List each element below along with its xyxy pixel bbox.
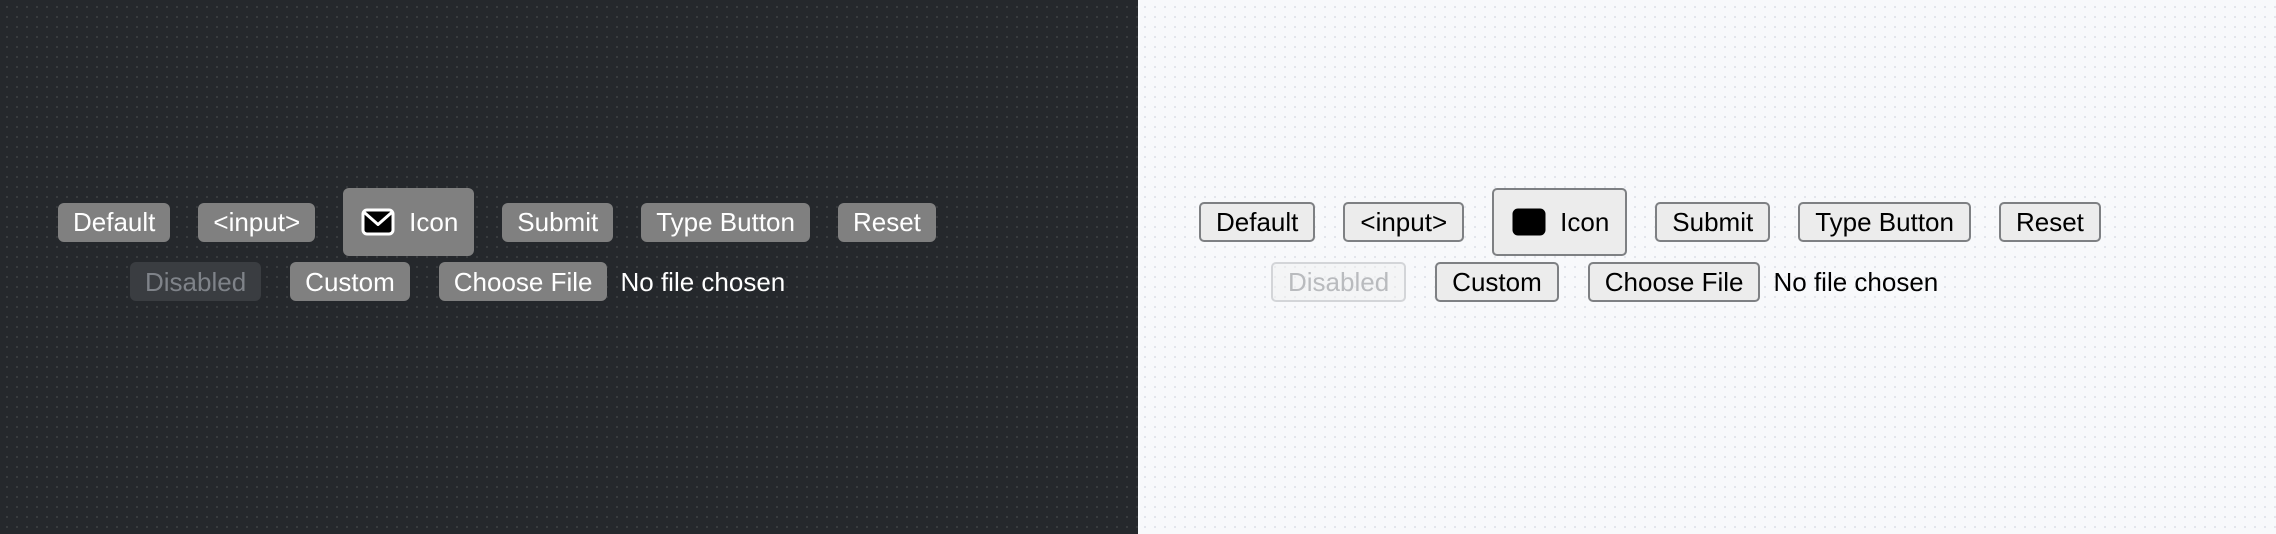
disabled-button: Disabled	[1271, 262, 1407, 302]
reset-button[interactable]: Reset	[1998, 202, 2101, 242]
light-button-row-secondary: Disabled Custom Choose File No file chos…	[1271, 262, 1938, 302]
type-button[interactable]: Type Button	[641, 202, 810, 242]
envelope-icon	[360, 206, 400, 238]
icon-button[interactable]: Icon	[1492, 188, 1628, 256]
dark-button-row-primary: Default <input> Icon Submit Type Button …	[58, 188, 936, 256]
disabled-button: Disabled	[130, 262, 262, 301]
default-button[interactable]: Default	[58, 202, 171, 242]
choose-file-button[interactable]: Choose File	[438, 262, 608, 301]
type-button[interactable]: Type Button	[1798, 202, 1971, 242]
custom-button[interactable]: Custom	[1435, 262, 1559, 302]
button-gallery-comparison: Default <input> Icon Submit Type Button …	[0, 0, 2276, 534]
custom-button[interactable]: Custom	[290, 262, 410, 301]
icon-button[interactable]: Icon	[343, 188, 475, 256]
icon-button-label: Icon	[409, 207, 459, 237]
choose-file-button[interactable]: Choose File	[1587, 262, 1761, 302]
envelope-icon	[1511, 206, 1551, 238]
light-theme-panel: Default <input> Icon Submit Type Button …	[1138, 0, 2276, 534]
submit-button[interactable]: Submit	[1655, 202, 1771, 242]
default-button[interactable]: Default	[1199, 202, 1316, 242]
file-status-text: No file chosen	[1773, 267, 1939, 297]
reset-button[interactable]: Reset	[837, 202, 936, 242]
dark-theme-panel: Default <input> Icon Submit Type Button …	[0, 0, 1138, 534]
input-button[interactable]: <input>	[198, 202, 316, 242]
light-button-row-primary: Default <input> Icon Submit Type Button …	[1199, 188, 2101, 256]
file-input[interactable]: Choose File No file chosen	[438, 262, 786, 301]
file-status-text: No file chosen	[620, 266, 786, 297]
submit-button[interactable]: Submit	[502, 202, 614, 242]
icon-button-label: Icon	[1560, 207, 1610, 237]
file-input[interactable]: Choose File No file chosen	[1587, 262, 1939, 302]
dark-button-row-secondary: Disabled Custom Choose File No file chos…	[130, 262, 785, 301]
input-button[interactable]: <input>	[1343, 202, 1465, 242]
